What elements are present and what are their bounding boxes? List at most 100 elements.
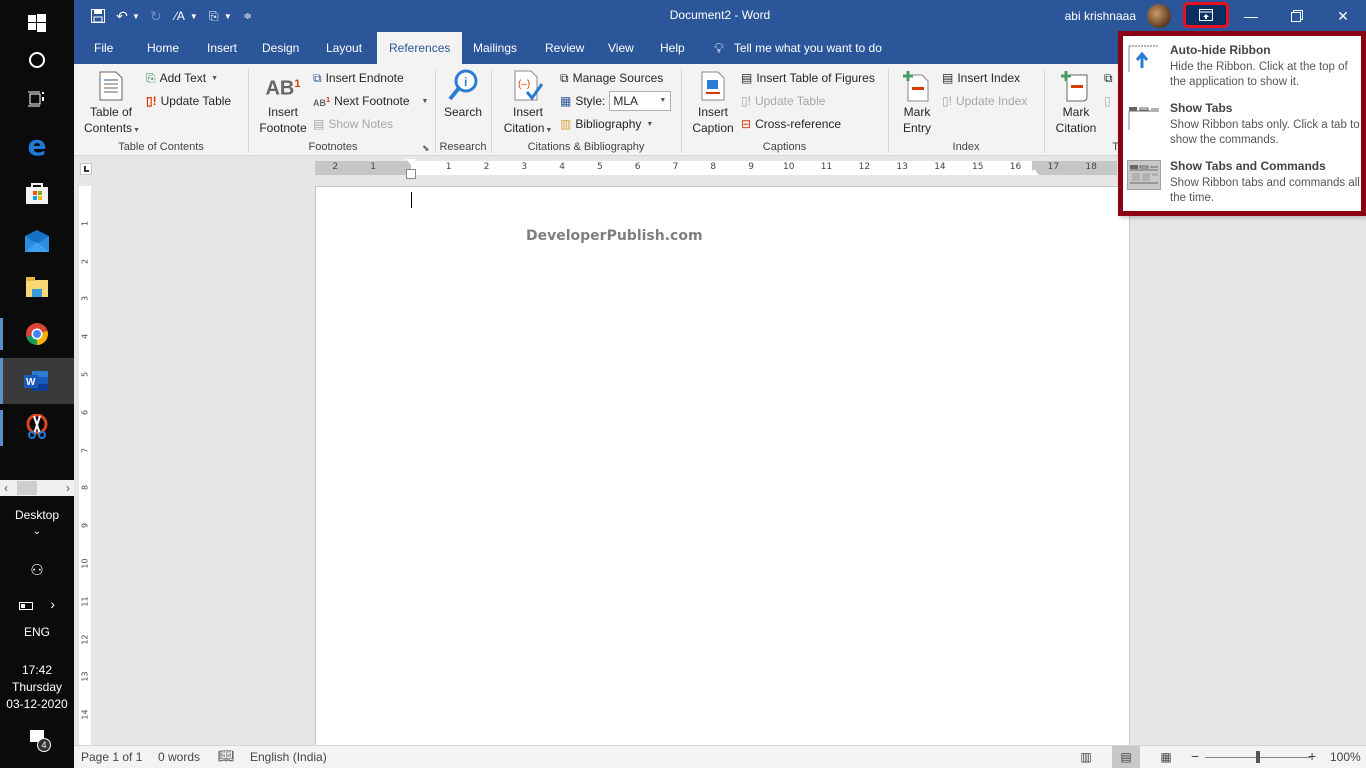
font-size-dropdown-icon[interactable]: ▼ bbox=[190, 6, 198, 26]
tab-mailings[interactable]: Mailings bbox=[461, 32, 529, 64]
minimize-button[interactable]: — bbox=[1228, 0, 1274, 32]
horizontal-ruler[interactable]: 2 1 1 2 3 4 5 6 7 8 9 10 11 12 13 14 15 16 17 18 bbox=[315, 159, 1117, 179]
tab-design[interactable]: Design bbox=[250, 32, 311, 64]
ruler-tick-label: 14 bbox=[934, 162, 946, 172]
menu-item-show-tabs-and-commands[interactable]: Show Tabs and Commands Show Ribbon tabs … bbox=[1127, 156, 1360, 212]
scroll-left-icon[interactable]: ‹ bbox=[4, 481, 8, 495]
undo-dropdown-icon[interactable]: ▼ bbox=[132, 6, 140, 26]
insert-citation-button[interactable]: (–) Insert Citation▼ bbox=[498, 68, 558, 139]
edge-icon[interactable]: e bbox=[0, 122, 74, 168]
add-text-button[interactable]: ⎘ Add Text ▼ bbox=[146, 68, 218, 88]
update-table-button[interactable]: ▯! Update Table bbox=[146, 91, 231, 111]
right-indent-marker[interactable] bbox=[1029, 169, 1039, 175]
desktop-expand-icon[interactable]: ⌄ bbox=[0, 526, 74, 537]
file-explorer-icon[interactable] bbox=[0, 264, 74, 310]
group-label-citations: Citations & Bibliography bbox=[527, 141, 645, 153]
bibliography-button[interactable]: ▥ Bibliography ▼ bbox=[560, 114, 653, 134]
insert-table-of-figures-button[interactable]: ▤ Insert Table of Figures bbox=[741, 68, 875, 88]
insert-table-of-authorities-button[interactable]: ⧉ bbox=[1104, 68, 1113, 88]
tab-references[interactable]: References bbox=[377, 32, 463, 64]
table-of-contents-button[interactable]: Table of Contents▼ bbox=[84, 68, 140, 139]
account-name[interactable]: abi krishnaaa bbox=[1065, 9, 1136, 23]
web-layout-button[interactable]: ▦ bbox=[1152, 746, 1180, 768]
touch-mode-icon[interactable]: ⎘ bbox=[206, 6, 222, 26]
customize-qat-icon[interactable]: ≑ bbox=[240, 6, 256, 26]
tab-layout[interactable]: Layout bbox=[314, 32, 374, 64]
insert-footnote-button[interactable]: AB1 Insert Footnote bbox=[256, 68, 310, 136]
clock-time[interactable]: 17:42 bbox=[0, 663, 74, 677]
people-icon[interactable]: ⚇ bbox=[0, 561, 74, 579]
taskbar-scroll-thumb[interactable] bbox=[17, 481, 37, 495]
zoom-out-button[interactable]: − bbox=[1191, 748, 1199, 764]
ribbon-display-options-icon bbox=[1199, 9, 1213, 21]
insert-endnote-button[interactable]: ⧉ Insert Endnote bbox=[313, 68, 404, 88]
insert-footnote-label-2: Footnote bbox=[259, 121, 307, 135]
clock-day[interactable]: Thursday bbox=[0, 680, 74, 694]
ruler-tick-label: 14 bbox=[80, 709, 90, 720]
tell-me-text[interactable]: Tell me what you want to do bbox=[734, 32, 882, 64]
snipping-tool-icon[interactable] bbox=[0, 404, 74, 450]
tab-help[interactable]: Help bbox=[648, 32, 697, 64]
menu-item-auto-hide-ribbon[interactable]: Auto-hide Ribbon Hide the Ribbon. Click … bbox=[1127, 40, 1359, 96]
microsoft-store-icon[interactable] bbox=[0, 170, 74, 216]
proofing-icon[interactable]: 📖︎ bbox=[218, 748, 235, 764]
zoom-level[interactable]: 100% bbox=[1330, 750, 1361, 764]
cross-reference-button[interactable]: ⊟ Cross-reference bbox=[741, 114, 841, 134]
mark-entry-button[interactable]: Mark Entry bbox=[894, 68, 940, 136]
taskbar-scrollbar[interactable]: ‹ › bbox=[0, 480, 74, 496]
zoom-slider-thumb[interactable] bbox=[1256, 751, 1260, 763]
menu-item-show-tabs[interactable]: Show Tabs Show Ribbon tabs only. Click a… bbox=[1127, 98, 1360, 154]
next-footnote-dropdown-icon[interactable]: ▼ bbox=[422, 98, 429, 105]
font-size-icon[interactable]: ⁄A bbox=[172, 6, 188, 26]
tab-file[interactable]: File bbox=[82, 32, 125, 64]
citation-style-select[interactable]: MLA ▼ bbox=[609, 91, 672, 111]
battery-tray[interactable]: › bbox=[0, 596, 74, 612]
insert-index-button[interactable]: ▤ Insert Index bbox=[942, 68, 1020, 88]
page-count[interactable]: Page 1 of 1 bbox=[81, 750, 142, 764]
tab-home[interactable]: Home bbox=[135, 32, 191, 64]
chrome-icon[interactable] bbox=[0, 311, 74, 357]
mail-icon[interactable] bbox=[0, 218, 74, 264]
language-status[interactable]: English (India) bbox=[250, 750, 327, 764]
footnotes-dialog-launcher-icon[interactable]: ⬊ bbox=[422, 143, 430, 154]
show-notes-icon: ▤ bbox=[313, 117, 325, 131]
avatar[interactable] bbox=[1147, 4, 1171, 28]
word-taskbar-icon[interactable]: W bbox=[0, 358, 74, 404]
first-line-indent-marker[interactable] bbox=[406, 159, 416, 165]
clock-date[interactable]: 03-12-2020 bbox=[0, 697, 74, 711]
next-footnote-button[interactable]: AB1 Next Footnote ▼ bbox=[313, 91, 428, 111]
show-hidden-icons-chevron-icon[interactable]: › bbox=[50, 596, 55, 612]
touch-mode-dropdown-icon[interactable]: ▼ bbox=[224, 6, 232, 26]
tab-insert[interactable]: Insert bbox=[195, 32, 249, 64]
battery-icon[interactable] bbox=[18, 601, 33, 610]
tab-view[interactable]: View bbox=[596, 32, 646, 64]
vertical-scroll-area[interactable] bbox=[1130, 157, 1366, 745]
group-label-research: Research bbox=[439, 141, 487, 153]
desktop-label[interactable]: Desktop bbox=[0, 508, 74, 522]
save-icon[interactable] bbox=[90, 6, 106, 26]
task-view-icon[interactable] bbox=[0, 76, 74, 122]
zoom-in-button[interactable]: + bbox=[1308, 748, 1316, 764]
read-mode-button[interactable]: ▥ bbox=[1072, 746, 1100, 768]
mark-citation-button[interactable]: Mark Citation bbox=[1050, 68, 1102, 136]
hanging-indent-marker[interactable] bbox=[406, 169, 416, 179]
tab-review[interactable]: Review bbox=[533, 32, 596, 64]
manage-sources-button[interactable]: ⧉ Manage Sources bbox=[560, 68, 663, 88]
insert-caption-button[interactable]: Insert Caption bbox=[688, 68, 738, 136]
cross-reference-icon: ⊟ bbox=[741, 117, 752, 131]
document-page[interactable]: DeveloperPublish.com bbox=[315, 186, 1130, 746]
search-button[interactable]: i Search bbox=[440, 68, 486, 120]
search-label: Search bbox=[443, 105, 483, 119]
tell-me-search[interactable]: 💡︎ Tell me what you want to do bbox=[714, 32, 882, 64]
undo-icon[interactable]: ↶ bbox=[114, 6, 130, 26]
action-center[interactable]: 4 bbox=[0, 730, 74, 752]
tab-selector[interactable] bbox=[80, 163, 92, 175]
vertical-ruler[interactable]: 1 2 3 4 5 6 7 8 9 10 11 12 13 14 bbox=[79, 186, 91, 746]
close-button[interactable]: ✕ bbox=[1320, 0, 1366, 32]
word-count[interactable]: 0 words bbox=[158, 750, 200, 764]
scroll-right-icon[interactable]: › bbox=[66, 481, 70, 495]
input-language[interactable]: ENG bbox=[0, 625, 74, 639]
print-layout-button[interactable]: ▤ bbox=[1112, 746, 1140, 768]
ribbon-display-options-button[interactable] bbox=[1183, 2, 1229, 28]
restore-button[interactable] bbox=[1274, 0, 1320, 32]
